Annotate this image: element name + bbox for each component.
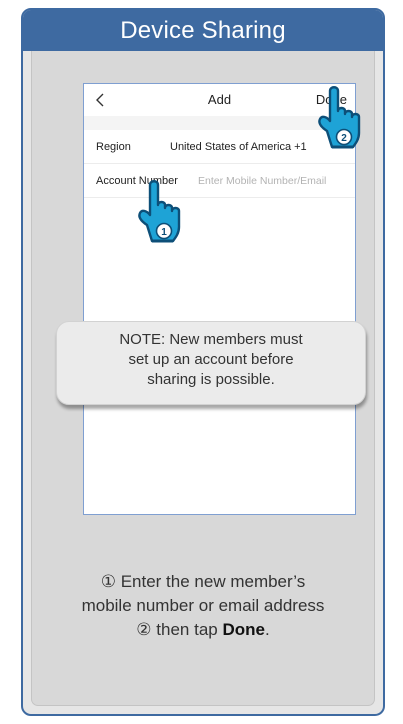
instruction-step-2: ② then tap Done. (32, 618, 374, 642)
note-line: set up an account before (128, 351, 294, 368)
note-line: sharing is possible. (147, 371, 275, 388)
step-1-text: Enter the new member’s (120, 572, 306, 591)
step-2-action: Done (222, 620, 265, 639)
account-number-input[interactable] (198, 172, 350, 190)
tap-hand-icon: 2 (318, 86, 361, 149)
pointer-2-number: 2 (341, 133, 347, 144)
pointer-1-number: 1 (161, 227, 167, 238)
instructions: ① Enter the new member’s mobile number o… (32, 570, 374, 642)
step-1-text-continued: mobile number or email address (81, 596, 325, 615)
step-2-marker: ② (136, 620, 152, 639)
step-1-marker: ① (100, 572, 116, 591)
account-number-row: Account Number (84, 164, 355, 198)
region-label: Region (96, 141, 131, 153)
note-callout: NOTE: New members must set up an account… (56, 321, 366, 405)
region-value: United States of America +1 (170, 141, 307, 153)
step-2-period: . (264, 620, 270, 639)
note-line: NOTE: New members must (119, 331, 303, 348)
instruction-step-1: ① Enter the new member’s (32, 570, 374, 594)
step-2-text: then tap (156, 620, 218, 639)
tap-hand-icon: 1 (138, 180, 181, 243)
card-title: Device Sharing (23, 10, 383, 51)
